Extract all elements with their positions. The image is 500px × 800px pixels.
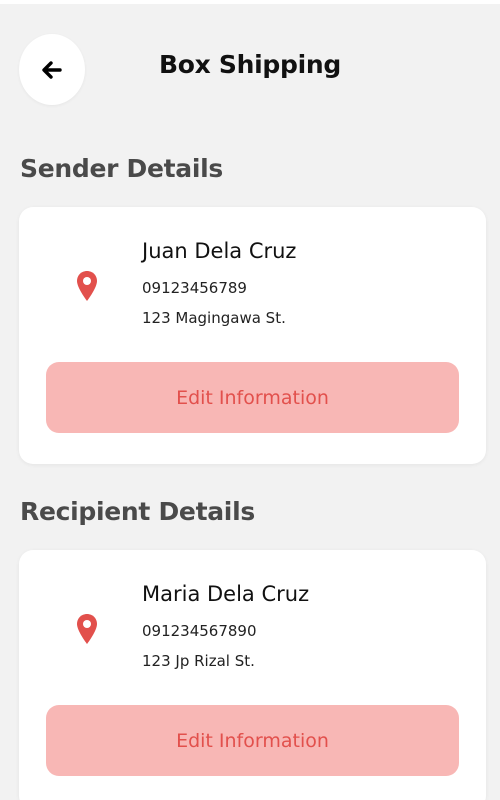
sender-phone: 09123456789 — [142, 279, 247, 297]
recipient-section-title: Recipient Details — [20, 497, 255, 526]
sender-card: Juan Dela Cruz 09123456789 123 Magingawa… — [19, 207, 486, 464]
sender-address: 123 Magingawa St. — [142, 309, 286, 327]
recipient-address: 123 Jp Rizal St. — [142, 652, 255, 670]
sender-edit-button[interactable]: Edit Information — [46, 362, 459, 433]
recipient-phone: 091234567890 — [142, 622, 257, 640]
page-title: Box Shipping — [159, 50, 341, 79]
map-pin-icon — [76, 270, 98, 302]
box-shipping-screen: Box Shipping Sender Details Juan Dela Cr… — [0, 0, 500, 800]
sender-name: Juan Dela Cruz — [142, 239, 297, 263]
recipient-card: Maria Dela Cruz 091234567890 123 Jp Riza… — [19, 550, 486, 800]
sender-section-title: Sender Details — [20, 154, 223, 183]
map-pin-icon — [76, 613, 98, 645]
recipient-edit-button[interactable]: Edit Information — [46, 705, 459, 776]
recipient-name: Maria Dela Cruz — [142, 582, 310, 606]
